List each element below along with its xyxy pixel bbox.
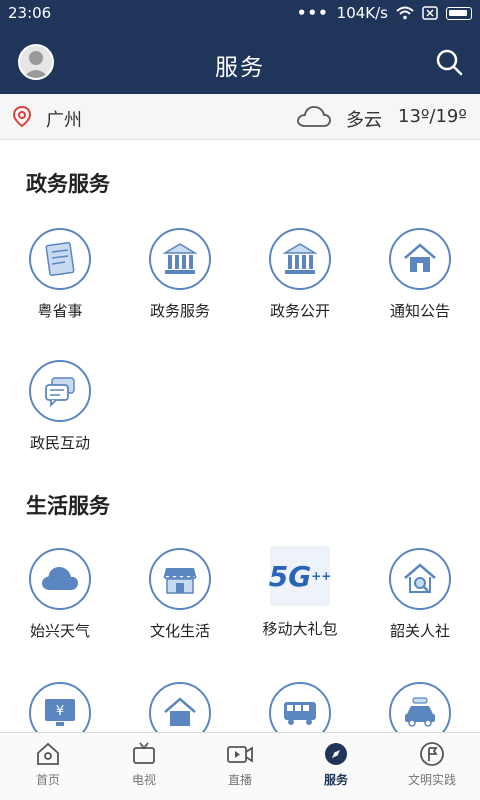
building-icon <box>149 228 211 290</box>
house-search-icon <box>389 548 451 610</box>
tab-live[interactable]: 直播 <box>192 733 288 800</box>
tv-icon <box>133 742 155 764</box>
search-icon[interactable] <box>434 47 464 77</box>
service-item-zhengwugongkai[interactable]: 政务公开 <box>240 228 360 321</box>
tab-label: 文明实践 <box>407 773 456 787</box>
cloud-icon <box>29 548 91 610</box>
location-pin-icon <box>12 106 32 128</box>
service-item-wenhuashenghuo[interactable]: 文化生活 <box>120 548 240 641</box>
status-dots: ••• <box>296 4 329 22</box>
temperature-range: 13º/19º <box>398 106 467 127</box>
service-item-shixingtianqi[interactable]: 始兴天气 <box>0 548 120 641</box>
house-icon <box>389 228 451 290</box>
service-label: 通知公告 <box>389 302 450 320</box>
service-item-shaoguanrenshe[interactable]: 韶关人社 <box>360 548 480 641</box>
svg-text:¥: ¥ <box>56 704 64 719</box>
service-label: 政民互动 <box>29 434 90 452</box>
tab-tv[interactable]: 电视 <box>96 733 192 800</box>
5g-plus: ++ <box>311 569 332 583</box>
wifi-icon <box>396 6 414 20</box>
weather-bar[interactable]: 广州 多云 13º/19º <box>0 94 480 140</box>
service-label: 粤省事 <box>37 302 83 320</box>
city-name: 广州 <box>46 110 82 131</box>
service-item-yueshengshi[interactable]: 粤省事 <box>0 228 120 321</box>
tab-label: 直播 <box>227 773 252 787</box>
gov-section-title: 政务服务 <box>26 172 110 196</box>
tab-label: 首页 <box>35 773 60 787</box>
life-section-title: 生活服务 <box>26 494 110 518</box>
cloud-icon <box>297 106 331 127</box>
network-speed: 104K/s <box>336 4 388 22</box>
weather-condition: 多云 <box>346 110 382 131</box>
app-header: 服务 <box>0 28 480 94</box>
service-label: 韶关人社 <box>389 622 450 640</box>
service-label: 政务公开 <box>269 302 330 320</box>
tab-label: 电视 <box>131 773 156 787</box>
page-title: 服务 <box>215 55 265 81</box>
service-item-5g-gift[interactable]: 5G ++ 移动大礼包 <box>240 546 360 639</box>
bottom-tab-bar: 首页 电视 直播 服务 文明实践 <box>0 732 480 800</box>
battery-icon <box>446 6 472 20</box>
5g-icon: 5G ++ <box>268 546 332 606</box>
sim-icon <box>422 6 438 20</box>
tab-civilization[interactable]: 文明实践 <box>384 733 480 800</box>
status-bar: 23:06 ••• 104K/s <box>0 0 480 28</box>
service-label: 移动大礼包 <box>262 620 338 638</box>
tab-label: 服务 <box>323 773 348 787</box>
service-label: 始兴天气 <box>29 622 90 640</box>
chat-icon <box>29 360 91 422</box>
compass-icon <box>325 743 347 765</box>
flag-icon <box>420 742 444 766</box>
service-item-tongzhigonggao[interactable]: 通知公告 <box>360 228 480 321</box>
building-icon <box>269 228 331 290</box>
tab-service[interactable]: 服务 <box>288 733 384 800</box>
service-item-zhengwufuwu[interactable]: 政务服务 <box>120 228 240 321</box>
service-label: 政务服务 <box>149 302 210 320</box>
status-icons: ••• 104K/s <box>297 4 472 22</box>
document-icon <box>29 228 91 290</box>
video-icon <box>227 746 253 763</box>
service-item-zhengminhudong[interactable]: 政民互动 <box>0 360 120 453</box>
shop-icon <box>149 548 211 610</box>
5g-text: 5G <box>268 559 312 593</box>
home-icon <box>37 742 59 765</box>
service-label: 文化生活 <box>149 622 210 640</box>
status-time: 23:06 <box>8 4 52 22</box>
tab-home[interactable]: 首页 <box>0 733 96 800</box>
